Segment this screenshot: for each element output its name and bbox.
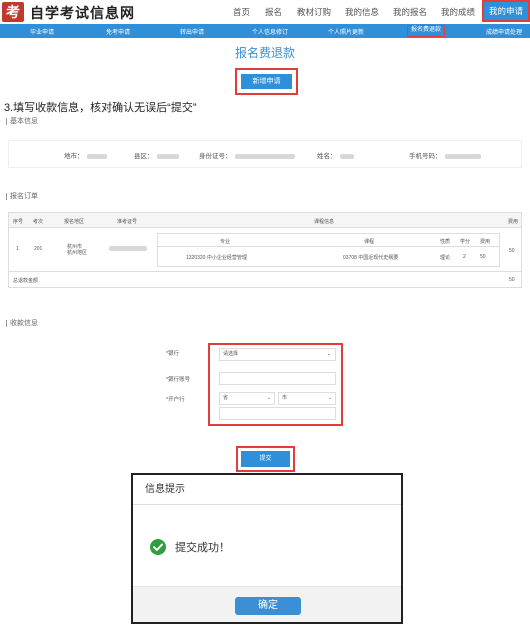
order-table: 序号 考次 报名地区 准考证号 课程信息 费用 1 201 杭州市 杭州地区 专…: [8, 212, 522, 288]
row-fee: 50: [509, 248, 515, 254]
payee-form-highlight: 请选择 ⌄ 省 ⌄ 市 ⌄: [208, 343, 343, 426]
col-fee: 费用: [508, 219, 519, 225]
step-instruction: 3.填写收款信息，核对确认无误后“提交”: [4, 102, 197, 114]
col-term: 考次: [33, 219, 44, 225]
nav-my-scores[interactable]: 我的成绩: [441, 6, 475, 18]
row-ticket: [109, 246, 147, 252]
subnav-refund[interactable]: 报名费退款: [407, 25, 446, 37]
bank-account-input[interactable]: [219, 372, 336, 385]
inner-col-type: 性质: [440, 239, 451, 245]
col-region: 报名地区: [64, 219, 85, 225]
col-ticket: 准考证号: [117, 219, 138, 225]
subnav-graduation[interactable]: 毕业申请: [30, 27, 54, 36]
basic-info-label: 基本信息: [6, 116, 38, 126]
province-value: 省: [223, 395, 229, 401]
nav-register[interactable]: 报名: [265, 6, 282, 18]
branch-label: *开户行: [166, 397, 185, 403]
inner-fee: 50: [480, 254, 486, 260]
page-title: 报名费退款: [234, 46, 295, 60]
ok-button[interactable]: 确定: [235, 597, 301, 615]
inner-col-major: 专业: [220, 239, 231, 245]
payee-label: 收款信息: [6, 318, 38, 328]
inner-major: 1320320 中小企业经营管理: [186, 255, 247, 261]
subnav-photo-update[interactable]: 个人照片更新: [328, 27, 364, 36]
nav-my-info[interactable]: 我的信息: [345, 6, 379, 18]
submit-highlight: 提交: [236, 446, 295, 472]
row-region: 杭州市 杭州地区: [67, 244, 88, 256]
col-course-info: 课程信息: [314, 219, 335, 225]
nav-textbook[interactable]: 教材订购: [297, 6, 331, 18]
new-application-button[interactable]: 新增申请: [241, 74, 292, 89]
branch-input[interactable]: [219, 407, 336, 420]
inner-col-course: 课程: [364, 239, 375, 245]
success-dialog: 信息提示 提交成功！ 确定: [131, 473, 403, 624]
inner-type: 理论: [440, 255, 451, 261]
county-field: 县区：: [134, 150, 179, 160]
chevron-down-icon: ⌄: [266, 395, 271, 401]
nav-home[interactable]: 首页: [233, 6, 250, 18]
total-label: 总退款金额: [13, 278, 39, 284]
col-index: 序号: [13, 219, 24, 225]
inner-course: 03708 中国近现代史纲要: [343, 255, 399, 261]
dialog-body: 提交成功！: [133, 506, 401, 588]
id-number-field: 身份证号：: [199, 150, 295, 160]
dialog-title: 信息提示: [133, 475, 401, 505]
order-table-header: 序号 考次 报名地区 准考证号 课程信息 费用: [9, 213, 521, 228]
phone-field: 手机号码：: [409, 150, 481, 160]
dialog-footer: 确定: [133, 586, 401, 622]
account-label: *银行账号: [166, 377, 191, 383]
dialog-message: 提交成功！: [175, 542, 230, 554]
inner-credit: 2: [463, 254, 466, 260]
subnav-info-revision[interactable]: 个人信息修订: [252, 27, 288, 36]
inner-col-fee: 费用: [480, 239, 491, 245]
new-application-highlight: 新增申请: [235, 68, 298, 95]
nav-my-registration[interactable]: 我的报名: [393, 6, 427, 18]
bank-select[interactable]: 请选择 ⌄: [219, 348, 336, 361]
sub-nav: 毕业申请 免考申请 转出申请 个人信息修订 个人照片更新 报名费退款 成绩申请处…: [0, 24, 530, 38]
check-circle-icon: [150, 539, 166, 555]
course-table: 专业 课程 性质 学分 费用 1320320 中小企业经营管理 03708 中国…: [157, 233, 500, 267]
chevron-down-icon: ⌄: [326, 351, 331, 357]
top-bar: 考 自学考试信息网 首页 报名 教材订购 我的信息 我的报名 我的成绩 我的申请: [0, 0, 530, 24]
row-term: 201: [34, 246, 43, 252]
order-total: 总退款金额 50: [9, 271, 521, 287]
subnav-exemption[interactable]: 免考申请: [106, 27, 130, 36]
chevron-down-icon: ⌄: [327, 395, 332, 401]
city-value: 市: [282, 395, 288, 401]
site-title: 自学考试信息网: [30, 5, 135, 21]
city-select[interactable]: 市 ⌄: [278, 392, 336, 405]
inner-col-credit: 学分: [460, 239, 471, 245]
bank-select-value: 请选择: [223, 351, 239, 357]
province-select[interactable]: 省 ⌄: [219, 392, 275, 405]
order-label: 报名订单: [6, 191, 38, 201]
city-field: 地市：: [64, 150, 107, 160]
nav-my-applications[interactable]: 我的申请: [482, 0, 530, 22]
total-value: 50: [509, 277, 515, 283]
row-index: 1: [16, 246, 19, 252]
submit-button[interactable]: 提交: [241, 451, 290, 467]
name-field: 姓名：: [317, 150, 354, 160]
bank-label: *银行: [166, 351, 180, 357]
subnav-transfer[interactable]: 转出申请: [180, 27, 204, 36]
basic-info-box: 地市： 县区： 身份证号： 姓名： 手机号码：: [8, 140, 522, 168]
subnav-score-application[interactable]: 成绩申请处理: [486, 27, 522, 36]
site-logo: 考: [2, 2, 24, 22]
